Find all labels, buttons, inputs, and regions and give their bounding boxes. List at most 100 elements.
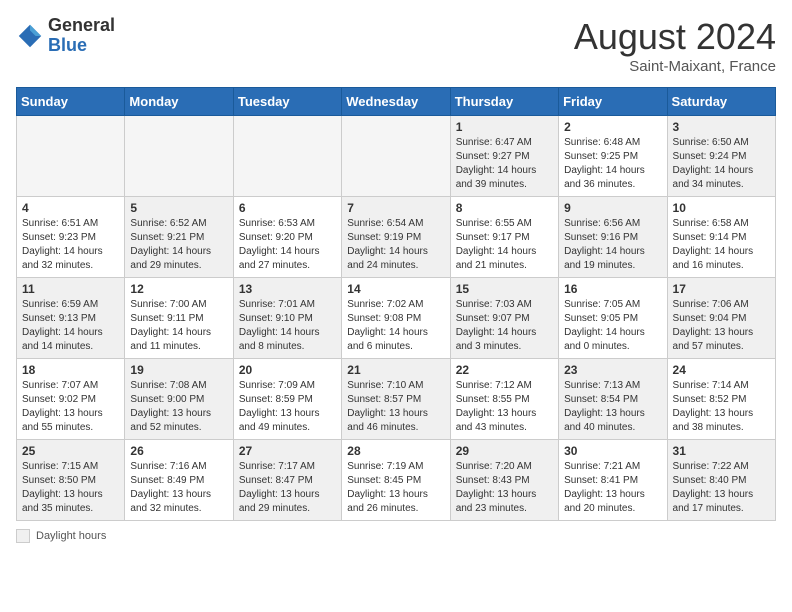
day-info: Sunrise: 6:52 AMSunset: 9:21 PMDaylight:… (130, 218, 211, 271)
calendar-week-row: 11 Sunrise: 6:59 AMSunset: 9:13 PMDaylig… (17, 278, 776, 359)
calendar-week-row: 1 Sunrise: 6:47 AMSunset: 9:27 PMDayligh… (17, 116, 776, 197)
day-info: Sunrise: 7:13 AMSunset: 8:54 PMDaylight:… (564, 380, 645, 433)
day-number: 23 (564, 363, 661, 377)
day-info: Sunrise: 7:07 AMSunset: 9:02 PMDaylight:… (22, 380, 103, 433)
footer: Daylight hours (16, 529, 776, 543)
logo: General Blue (16, 16, 115, 56)
day-number: 25 (22, 444, 119, 458)
day-info: Sunrise: 7:16 AMSunset: 8:49 PMDaylight:… (130, 461, 211, 514)
column-header-monday: Monday (125, 88, 233, 116)
day-info: Sunrise: 6:50 AMSunset: 9:24 PMDaylight:… (673, 137, 754, 190)
day-number: 29 (456, 444, 553, 458)
calendar-cell: 6 Sunrise: 6:53 AMSunset: 9:20 PMDayligh… (233, 197, 341, 278)
title-area: August 2024 Saint-Maixant, France (574, 16, 776, 75)
header: General Blue August 2024 Saint-Maixant, … (16, 16, 776, 75)
day-number: 31 (673, 444, 770, 458)
day-info: Sunrise: 6:54 AMSunset: 9:19 PMDaylight:… (347, 218, 428, 271)
calendar-week-row: 18 Sunrise: 7:07 AMSunset: 9:02 PMDaylig… (17, 359, 776, 440)
day-info: Sunrise: 7:17 AMSunset: 8:47 PMDaylight:… (239, 461, 320, 514)
calendar-table: SundayMondayTuesdayWednesdayThursdayFrid… (16, 87, 776, 521)
day-number: 22 (456, 363, 553, 377)
column-header-friday: Friday (559, 88, 667, 116)
calendar-cell (233, 116, 341, 197)
month-title: August 2024 (574, 16, 776, 58)
day-info: Sunrise: 6:59 AMSunset: 9:13 PMDaylight:… (22, 299, 103, 352)
logo-blue-text: Blue (48, 35, 87, 55)
day-info: Sunrise: 7:12 AMSunset: 8:55 PMDaylight:… (456, 380, 537, 433)
daylight-box (16, 529, 30, 543)
calendar-cell (125, 116, 233, 197)
daylight-label: Daylight hours (36, 530, 106, 542)
calendar-cell: 19 Sunrise: 7:08 AMSunset: 9:00 PMDaylig… (125, 359, 233, 440)
calendar-cell: 22 Sunrise: 7:12 AMSunset: 8:55 PMDaylig… (450, 359, 558, 440)
column-header-sunday: Sunday (17, 88, 125, 116)
calendar-cell: 16 Sunrise: 7:05 AMSunset: 9:05 PMDaylig… (559, 278, 667, 359)
day-info: Sunrise: 7:10 AMSunset: 8:57 PMDaylight:… (347, 380, 428, 433)
day-info: Sunrise: 6:48 AMSunset: 9:25 PMDaylight:… (564, 137, 645, 190)
day-info: Sunrise: 6:56 AMSunset: 9:16 PMDaylight:… (564, 218, 645, 271)
column-header-tuesday: Tuesday (233, 88, 341, 116)
calendar-cell: 12 Sunrise: 7:00 AMSunset: 9:11 PMDaylig… (125, 278, 233, 359)
day-info: Sunrise: 7:14 AMSunset: 8:52 PMDaylight:… (673, 380, 754, 433)
calendar-cell (342, 116, 450, 197)
calendar-cell: 3 Sunrise: 6:50 AMSunset: 9:24 PMDayligh… (667, 116, 775, 197)
day-info: Sunrise: 7:22 AMSunset: 8:40 PMDaylight:… (673, 461, 754, 514)
day-number: 10 (673, 201, 770, 215)
day-number: 20 (239, 363, 336, 377)
day-info: Sunrise: 7:05 AMSunset: 9:05 PMDaylight:… (564, 299, 645, 352)
day-info: Sunrise: 7:03 AMSunset: 9:07 PMDaylight:… (456, 299, 537, 352)
calendar-cell: 23 Sunrise: 7:13 AMSunset: 8:54 PMDaylig… (559, 359, 667, 440)
calendar-cell: 11 Sunrise: 6:59 AMSunset: 9:13 PMDaylig… (17, 278, 125, 359)
day-info: Sunrise: 7:02 AMSunset: 9:08 PMDaylight:… (347, 299, 428, 352)
day-number: 3 (673, 120, 770, 134)
day-info: Sunrise: 6:55 AMSunset: 9:17 PMDaylight:… (456, 218, 537, 271)
day-number: 24 (673, 363, 770, 377)
day-number: 26 (130, 444, 227, 458)
day-number: 18 (22, 363, 119, 377)
column-header-wednesday: Wednesday (342, 88, 450, 116)
calendar-cell: 15 Sunrise: 7:03 AMSunset: 9:07 PMDaylig… (450, 278, 558, 359)
day-number: 11 (22, 282, 119, 296)
calendar-cell: 14 Sunrise: 7:02 AMSunset: 9:08 PMDaylig… (342, 278, 450, 359)
day-number: 16 (564, 282, 661, 296)
day-info: Sunrise: 7:15 AMSunset: 8:50 PMDaylight:… (22, 461, 103, 514)
day-number: 30 (564, 444, 661, 458)
calendar-cell: 28 Sunrise: 7:19 AMSunset: 8:45 PMDaylig… (342, 440, 450, 521)
day-number: 2 (564, 120, 661, 134)
calendar-cell: 30 Sunrise: 7:21 AMSunset: 8:41 PMDaylig… (559, 440, 667, 521)
calendar-cell: 1 Sunrise: 6:47 AMSunset: 9:27 PMDayligh… (450, 116, 558, 197)
day-info: Sunrise: 7:01 AMSunset: 9:10 PMDaylight:… (239, 299, 320, 352)
calendar-cell: 31 Sunrise: 7:22 AMSunset: 8:40 PMDaylig… (667, 440, 775, 521)
day-info: Sunrise: 7:09 AMSunset: 8:59 PMDaylight:… (239, 380, 320, 433)
day-number: 9 (564, 201, 661, 215)
calendar-cell: 8 Sunrise: 6:55 AMSunset: 9:17 PMDayligh… (450, 197, 558, 278)
day-info: Sunrise: 7:20 AMSunset: 8:43 PMDaylight:… (456, 461, 537, 514)
calendar-cell: 2 Sunrise: 6:48 AMSunset: 9:25 PMDayligh… (559, 116, 667, 197)
day-number: 8 (456, 201, 553, 215)
calendar-cell: 17 Sunrise: 7:06 AMSunset: 9:04 PMDaylig… (667, 278, 775, 359)
calendar-cell: 26 Sunrise: 7:16 AMSunset: 8:49 PMDaylig… (125, 440, 233, 521)
day-info: Sunrise: 7:06 AMSunset: 9:04 PMDaylight:… (673, 299, 754, 352)
calendar-cell: 21 Sunrise: 7:10 AMSunset: 8:57 PMDaylig… (342, 359, 450, 440)
day-info: Sunrise: 6:58 AMSunset: 9:14 PMDaylight:… (673, 218, 754, 271)
day-info: Sunrise: 7:19 AMSunset: 8:45 PMDaylight:… (347, 461, 428, 514)
calendar-header-row: SundayMondayTuesdayWednesdayThursdayFrid… (17, 88, 776, 116)
day-number: 13 (239, 282, 336, 296)
logo-icon (16, 22, 44, 50)
calendar-cell: 29 Sunrise: 7:20 AMSunset: 8:43 PMDaylig… (450, 440, 558, 521)
day-number: 1 (456, 120, 553, 134)
calendar-week-row: 25 Sunrise: 7:15 AMSunset: 8:50 PMDaylig… (17, 440, 776, 521)
day-number: 12 (130, 282, 227, 296)
calendar-cell: 24 Sunrise: 7:14 AMSunset: 8:52 PMDaylig… (667, 359, 775, 440)
logo-general-text: General (48, 15, 115, 35)
day-number: 28 (347, 444, 444, 458)
day-number: 15 (456, 282, 553, 296)
day-number: 14 (347, 282, 444, 296)
column-header-thursday: Thursday (450, 88, 558, 116)
calendar-cell: 7 Sunrise: 6:54 AMSunset: 9:19 PMDayligh… (342, 197, 450, 278)
calendar-cell: 4 Sunrise: 6:51 AMSunset: 9:23 PMDayligh… (17, 197, 125, 278)
day-info: Sunrise: 6:51 AMSunset: 9:23 PMDaylight:… (22, 218, 103, 271)
day-number: 19 (130, 363, 227, 377)
day-info: Sunrise: 6:47 AMSunset: 9:27 PMDaylight:… (456, 137, 537, 190)
day-info: Sunrise: 6:53 AMSunset: 9:20 PMDaylight:… (239, 218, 320, 271)
